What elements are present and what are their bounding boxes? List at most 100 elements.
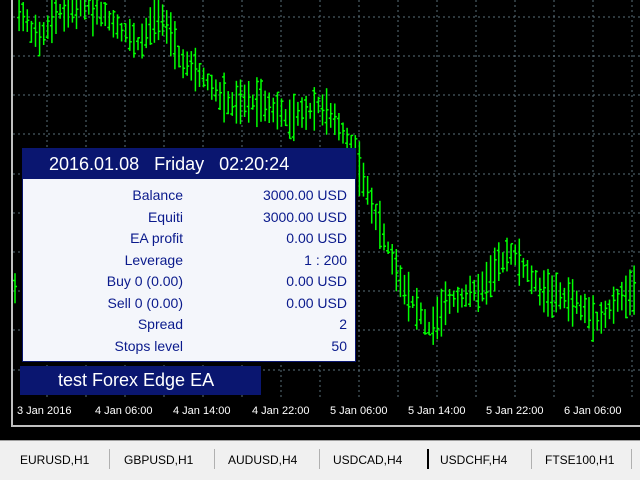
candle xyxy=(443,281,448,326)
info-label: Equiti xyxy=(147,208,183,225)
time-axis-label: 5 Jan 06:00 xyxy=(330,405,388,417)
candle xyxy=(328,103,333,128)
tab-separator xyxy=(319,449,320,469)
candle xyxy=(451,290,456,307)
candle xyxy=(37,21,42,57)
candle xyxy=(373,203,378,231)
candle xyxy=(103,2,108,27)
candle xyxy=(410,295,415,308)
candle xyxy=(295,101,300,126)
candle xyxy=(435,296,440,340)
candle xyxy=(156,0,161,41)
info-panel-header: 2016.01.08 Friday 02:20:24 xyxy=(23,149,355,179)
candle xyxy=(136,37,140,51)
info-value: 50 xyxy=(331,337,347,354)
candle xyxy=(218,82,222,110)
candle xyxy=(242,84,247,117)
candle xyxy=(201,67,206,88)
info-row-spread: Spread 2 xyxy=(23,314,355,336)
candle xyxy=(607,299,612,320)
candle xyxy=(267,92,272,123)
info-row-sell: Sell 0 (0.00) 0.00 USD xyxy=(23,293,355,315)
server-day: Friday xyxy=(154,154,205,174)
candle xyxy=(480,271,485,302)
candle xyxy=(29,20,34,43)
info-value: 0.00 USD xyxy=(286,294,347,311)
tab-eurusd-h1[interactable]: EURUSD,H1 xyxy=(20,449,89,471)
candle xyxy=(599,302,604,334)
info-value: 0.00 USD xyxy=(286,273,347,289)
candle xyxy=(570,279,575,327)
candle xyxy=(423,309,427,335)
candle xyxy=(86,0,91,15)
candle xyxy=(578,295,583,321)
candle xyxy=(271,97,276,123)
candle xyxy=(574,290,579,314)
candle xyxy=(402,274,407,305)
price-chart[interactable]: 3 Jan 2016 4 Jan 06:00 4 Jan 14:00 4 Jan… xyxy=(0,0,640,440)
candle xyxy=(361,162,366,197)
info-value: 3000.00 USD xyxy=(262,187,347,203)
candle xyxy=(254,77,259,128)
candle xyxy=(623,275,628,319)
candle xyxy=(185,51,190,76)
time-axis-label: 3 Jan 2016 xyxy=(17,405,72,417)
candle xyxy=(619,281,624,311)
candle xyxy=(521,257,526,278)
candle xyxy=(193,47,198,92)
candle xyxy=(632,265,637,315)
account-info-panel: 2016.01.08 Friday 02:20:24 Balance 3000.… xyxy=(22,148,356,362)
candle xyxy=(115,14,120,39)
info-row-balance: Balance 3000.00 USD xyxy=(23,185,355,207)
candle xyxy=(513,244,518,266)
time-axis-label: 6 Jan 06:00 xyxy=(564,405,622,417)
server-time: 02:20:24 xyxy=(219,154,290,174)
candle xyxy=(603,300,608,328)
time-axis-label: 4 Jan 14:00 xyxy=(173,405,231,417)
candle xyxy=(70,0,75,23)
tab-separator xyxy=(631,449,632,469)
tab-audusd-h4[interactable]: AUDUSD,H4 xyxy=(228,449,297,471)
tab-ftse100-h1[interactable]: FTSE100,H1 xyxy=(545,449,614,471)
candle xyxy=(234,80,239,124)
candle xyxy=(447,289,452,314)
candle xyxy=(283,109,288,127)
candle xyxy=(222,72,227,123)
candle xyxy=(148,7,153,45)
candle xyxy=(197,63,202,87)
tab-separator xyxy=(214,449,215,469)
candle xyxy=(591,295,596,342)
candle xyxy=(587,297,591,329)
info-label: Leverage xyxy=(124,251,183,268)
server-date: 2016.01.08 xyxy=(49,154,140,174)
candle xyxy=(386,241,391,254)
candle xyxy=(41,22,46,45)
candle xyxy=(517,238,522,286)
candle xyxy=(25,9,30,32)
candle xyxy=(332,103,337,135)
candle xyxy=(476,273,481,312)
candle xyxy=(275,91,280,130)
candle xyxy=(336,113,341,141)
candle xyxy=(554,272,559,313)
candle xyxy=(291,93,296,142)
candle xyxy=(164,10,169,44)
candle xyxy=(140,23,145,59)
tab-usdcad-h4[interactable]: USDCAD,H4 xyxy=(333,449,402,471)
info-label: Balance xyxy=(132,187,183,203)
candle xyxy=(21,2,26,32)
candle xyxy=(582,293,587,324)
candle xyxy=(525,260,530,282)
tab-separator xyxy=(531,449,532,469)
candle xyxy=(111,10,116,38)
candle xyxy=(537,277,542,306)
tab-gbpusd-h1[interactable]: GBPUSD,H1 xyxy=(124,449,193,471)
candle xyxy=(492,247,497,292)
candle xyxy=(172,21,177,70)
candle xyxy=(152,0,157,43)
candle xyxy=(259,78,263,122)
tab-usdchf-h4[interactable]: USDCHF,H4 xyxy=(440,449,507,471)
info-value: 1 : 200 xyxy=(304,251,347,268)
candle xyxy=(341,122,345,144)
candle xyxy=(431,306,436,345)
